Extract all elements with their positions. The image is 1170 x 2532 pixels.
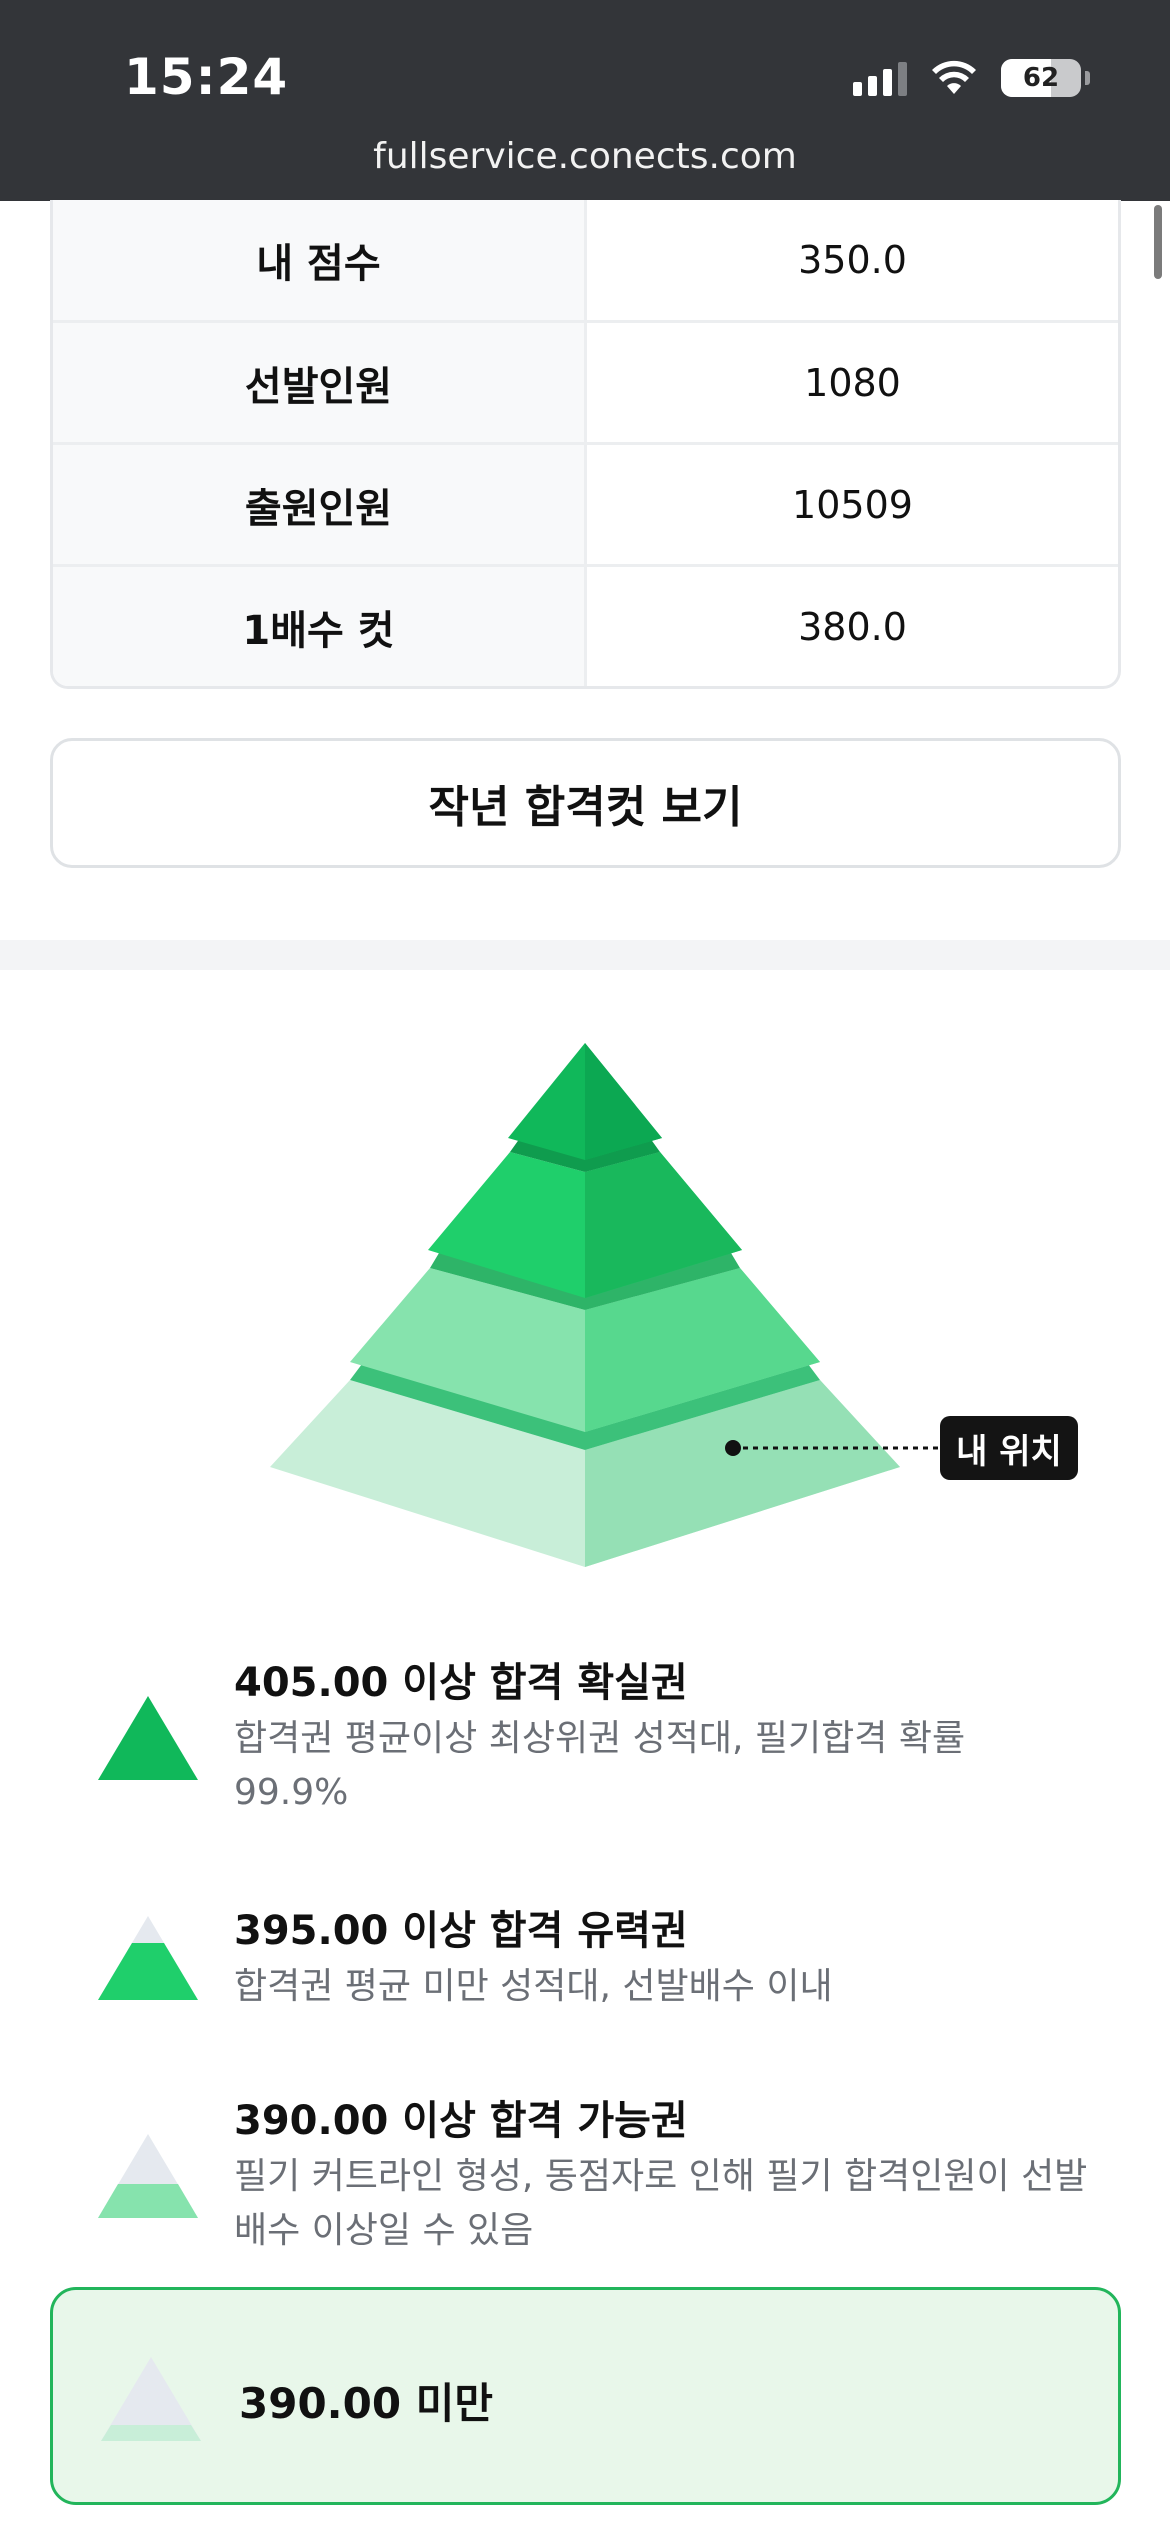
legend-title: 395.00 이상 합격 유력권 <box>234 1908 688 1954</box>
triangle-tier-3-icon <box>98 2134 198 2218</box>
row-label: 출원인원 <box>53 445 587 564</box>
triangle-tier-2-icon <box>98 1916 198 2000</box>
row-value: 380.0 <box>798 604 907 649</box>
cellular-signal-icon <box>853 60 907 96</box>
row-value: 1080 <box>804 360 901 405</box>
legend-desc-line: 필기 커트라인 형성, 동점자로 인해 필기 합격인원이 선발 <box>234 2156 1088 2197</box>
legend-title: 390.00 이상 합격 가능권 <box>234 2098 688 2144</box>
address-bar-url[interactable]: fullservice.conects.com <box>0 136 1170 177</box>
table-row: 출원인원 10509 <box>53 442 1118 564</box>
battery-icon: 62 <box>1001 59 1081 97</box>
score-info-table: 내 점수 350.0 선발인원 1080 출원인원 10509 1배수 컷 38… <box>50 200 1121 689</box>
current-bracket-card: 390.00 미만 <box>50 2287 1121 2505</box>
legend-desc-line: 합격권 평균이상 최상위권 성적대, 필기합격 확률 <box>234 1718 966 1759</box>
legend-desc-line: 99.9% <box>234 1772 349 1813</box>
row-label: 1배수 컷 <box>53 567 587 686</box>
legend-description: 필기 커트라인 형성, 동점자로 인해 필기 합격인원이 선발 배수 이상일 수… <box>234 2150 1094 2258</box>
legend-description: 합격권 평균 미만 성적대, 선발배수 이내 <box>234 1960 1094 2014</box>
triangle-tier-4-icon <box>101 2357 201 2441</box>
score-pyramid-graphic <box>270 1043 940 1567</box>
row-label: 내 점수 <box>53 200 587 320</box>
legend-desc-line: 합격권 평균 미만 성적대, 선발배수 이내 <box>234 1966 833 2007</box>
table-row: 내 점수 350.0 <box>53 200 1118 320</box>
section-divider <box>0 940 1170 970</box>
battery-percent: 62 <box>1022 63 1060 93</box>
triangle-tier-1-icon <box>98 1696 198 1780</box>
row-value: 350.0 <box>798 238 907 282</box>
table-row: 1배수 컷 380.0 <box>53 564 1118 686</box>
scroll-indicator[interactable] <box>1154 205 1162 279</box>
row-value: 10509 <box>792 482 913 527</box>
browser-top-bar: 15:24 62 fullservice.conects.com <box>0 0 1170 201</box>
current-bracket-label: 390.00 미만 <box>239 2379 493 2428</box>
table-row: 선발인원 1080 <box>53 320 1118 442</box>
legend-title: 405.00 이상 합격 확실권 <box>234 1660 688 1706</box>
wifi-icon <box>932 60 976 94</box>
legend-desc-line: 배수 이상일 수 있음 <box>234 2210 534 2251</box>
battery-nub <box>1085 71 1090 85</box>
prev-year-cut-button[interactable]: 작년 합격컷 보기 <box>50 738 1121 868</box>
legend-description: 합격권 평균이상 최상위권 성적대, 필기합격 확률 99.9% <box>234 1712 1094 1820</box>
status-time: 15:24 <box>124 48 289 106</box>
my-position-badge: 내 위치 <box>940 1416 1078 1480</box>
row-label: 선발인원 <box>53 323 587 442</box>
status-icons: 62 <box>853 56 1090 100</box>
